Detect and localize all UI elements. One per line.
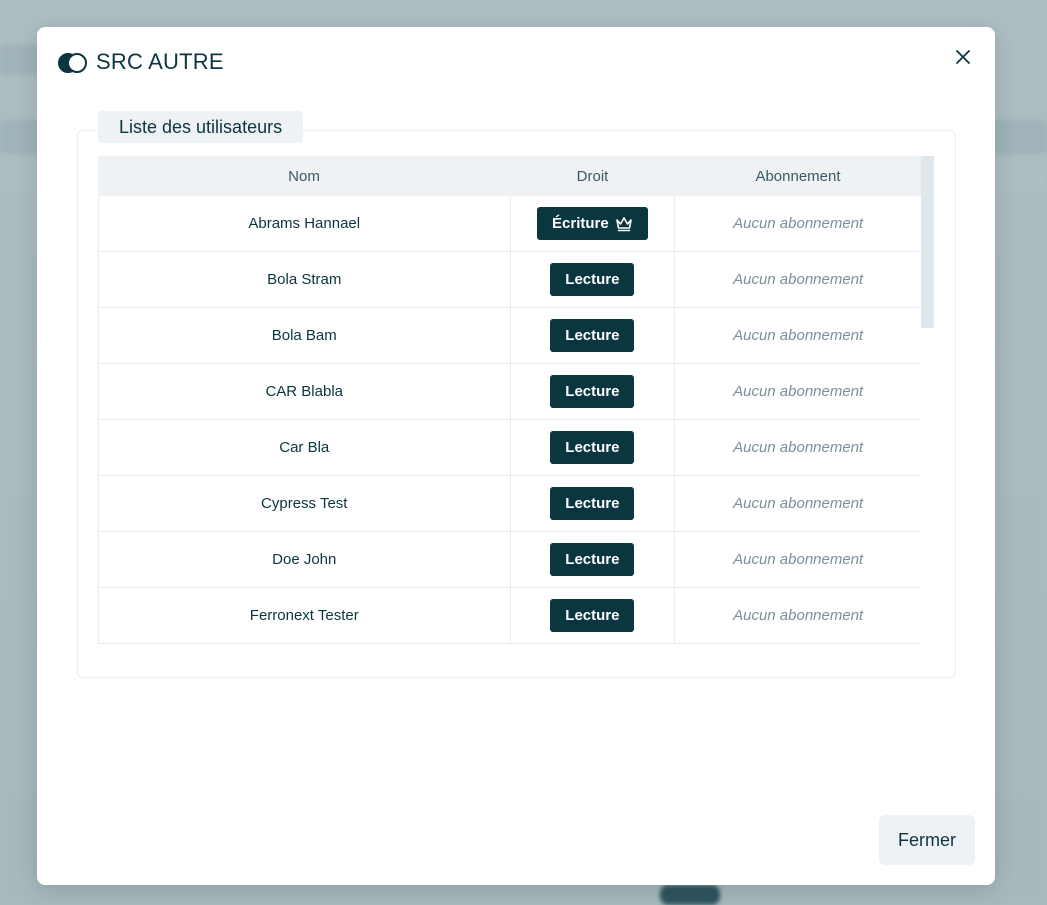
right-badge[interactable]: Lecture [550, 263, 635, 296]
user-name: Ferronext Tester [99, 588, 511, 643]
user-name: Doe John [99, 532, 511, 587]
right-badge-label: Lecture [565, 607, 620, 624]
right-cell: Lecture [511, 588, 676, 643]
right-badge-label: Lecture [565, 271, 620, 288]
right-badge[interactable]: Lecture [550, 319, 635, 352]
user-name: Car Bla [99, 420, 511, 475]
right-badge-label: Lecture [565, 551, 620, 568]
right-badge-label: Lecture [565, 383, 620, 400]
overlapping-circles-logo-icon [58, 52, 87, 73]
right-badge[interactable]: Lecture [550, 543, 635, 576]
right-badge-label: Lecture [565, 327, 620, 344]
right-badge[interactable]: Lecture [550, 599, 635, 632]
header-droit[interactable]: Droit [510, 168, 675, 185]
right-cell: Lecture [511, 252, 676, 307]
user-name: Bola Stram [99, 252, 511, 307]
scrollbar-thumb[interactable] [921, 156, 934, 328]
right-cell: Lecture [511, 308, 676, 363]
right-badge-label: Lecture [565, 495, 620, 512]
table-row: Doe John Lecture Aucun abonnement [98, 532, 921, 588]
subscription-status: Aucun abonnement [733, 607, 864, 624]
subscription-status: Aucun abonnement [733, 551, 864, 568]
table-header: Nom Droit Abonnement [98, 156, 921, 196]
users-modal: SRC AUTRE Liste des utilisateurs Nom Dro… [37, 27, 995, 885]
right-badge[interactable]: Lecture [550, 487, 635, 520]
table-row: Abrams Hannael Écriture Aucun abonnement [98, 196, 921, 252]
table-row: Ferronext Tester Lecture Aucun abonnement [98, 588, 921, 644]
right-badge-label: Écriture [552, 215, 609, 232]
subscription-status: Aucun abonnement [733, 327, 864, 344]
table-row: Bola Stram Lecture Aucun abonnement [98, 252, 921, 308]
header-nom[interactable]: Nom [98, 168, 510, 185]
right-cell: Lecture [511, 476, 676, 531]
user-name: Cypress Test [99, 476, 511, 531]
user-name: Bola Bam [99, 308, 511, 363]
right-badge[interactable]: Lecture [550, 431, 635, 464]
user-name: CAR Blabla [99, 364, 511, 419]
right-badge[interactable]: Lecture [550, 375, 635, 408]
subscription-status: Aucun abonnement [733, 439, 864, 456]
subscription-status: Aucun abonnement [733, 271, 864, 288]
user-name: Abrams Hannael [99, 196, 511, 251]
close-icon[interactable] [951, 45, 975, 69]
fermer-button[interactable]: Fermer [879, 815, 975, 865]
table-row: Cypress Test Lecture Aucun abonnement [98, 476, 921, 532]
right-cell: Lecture [511, 420, 676, 475]
modal-title: SRC AUTRE [96, 49, 224, 74]
subscription-status: Aucun abonnement [733, 383, 864, 400]
users-table: Nom Droit Abonnement Abrams Hannael Écrit… [98, 156, 934, 656]
right-badge[interactable]: Écriture [537, 207, 648, 240]
subscription-status: Aucun abonnement [733, 215, 864, 232]
right-badge-label: Lecture [565, 439, 620, 456]
subscription-status: Aucun abonnement [733, 495, 864, 512]
modal-header: SRC AUTRE [58, 49, 224, 75]
crown-icon [615, 216, 632, 231]
table-row: Car Bla Lecture Aucun abonnement [98, 420, 921, 476]
section-legend: Liste des utilisateurs [98, 111, 304, 143]
table-row: CAR Blabla Lecture Aucun abonnement [98, 364, 921, 420]
background-button [660, 885, 720, 905]
right-cell: Lecture [511, 364, 676, 419]
right-cell: Lecture [511, 532, 676, 587]
table-body: Abrams Hannael Écriture Aucun abonnement Bo… [98, 196, 921, 644]
table-row: Bola Bam Lecture Aucun abonnement [98, 308, 921, 364]
header-abonnement[interactable]: Abonnement [675, 168, 921, 185]
right-cell: Écriture [511, 196, 676, 251]
